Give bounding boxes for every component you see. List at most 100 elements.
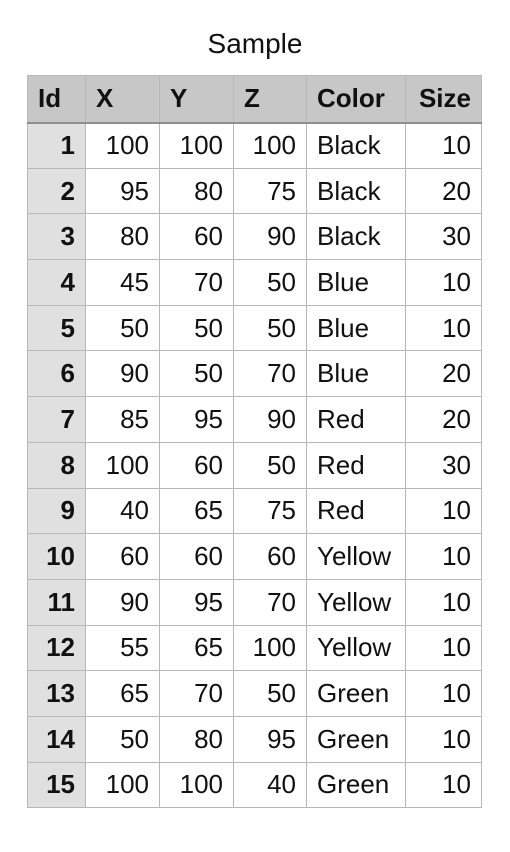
- cell-x: 55: [85, 624, 160, 672]
- cell-z: 70: [233, 350, 307, 398]
- cell-id: 6: [27, 350, 86, 398]
- cell-id: 3: [27, 213, 86, 261]
- column-header-z: Z: [233, 75, 307, 124]
- cell-y: 50: [159, 304, 234, 352]
- cell-size: 20: [405, 350, 482, 398]
- cell-color: Blue: [306, 350, 406, 398]
- table-row: 11 90 95 70 Yellow 10: [27, 578, 482, 626]
- table-row: 9 40 65 75 Red 10: [27, 487, 482, 535]
- column-header-x: X: [85, 75, 160, 124]
- cell-y: 70: [159, 670, 234, 717]
- cell-x: 90: [85, 578, 160, 626]
- cell-z: 100: [233, 122, 307, 169]
- cell-x: 100: [85, 122, 160, 169]
- cell-y: 50: [159, 350, 234, 398]
- column-header-id: Id: [27, 75, 86, 124]
- cell-id: 10: [27, 533, 86, 580]
- cell-y: 65: [159, 487, 234, 535]
- cell-id: 8: [27, 441, 86, 489]
- cell-id: 13: [27, 670, 86, 717]
- cell-color: Red: [306, 441, 406, 489]
- cell-z: 50: [233, 670, 307, 717]
- cell-color: Black: [306, 213, 406, 261]
- cell-color: Black: [306, 122, 406, 169]
- cell-y: 100: [159, 122, 234, 169]
- cell-color: Green: [306, 761, 406, 809]
- cell-id: 11: [27, 578, 86, 626]
- cell-color: Red: [306, 396, 406, 443]
- cell-z: 95: [233, 715, 307, 763]
- cell-size: 10: [405, 578, 482, 626]
- table-row: 5 50 50 50 Blue 10: [27, 304, 482, 352]
- cell-y: 95: [159, 578, 234, 626]
- table-row: 6 90 50 70 Blue 20: [27, 350, 482, 398]
- cell-color: Yellow: [306, 578, 406, 626]
- cell-y: 80: [159, 715, 234, 763]
- cell-size: 10: [405, 259, 482, 306]
- table-header: Id X Y Z Color Size: [27, 75, 482, 124]
- cell-z: 60: [233, 533, 307, 580]
- cell-x: 45: [85, 259, 160, 306]
- cell-x: 100: [85, 761, 160, 809]
- cell-x: 100: [85, 441, 160, 489]
- cell-color: Green: [306, 670, 406, 717]
- table-row: 12 55 65 100 Yellow 10: [27, 624, 482, 672]
- cell-y: 60: [159, 441, 234, 489]
- cell-size: 10: [405, 122, 482, 169]
- cell-color: Red: [306, 487, 406, 535]
- cell-z: 50: [233, 441, 307, 489]
- cell-z: 40: [233, 761, 307, 809]
- cell-x: 65: [85, 670, 160, 717]
- cell-color: Green: [306, 715, 406, 763]
- cell-z: 90: [233, 213, 307, 261]
- cell-color: Blue: [306, 259, 406, 306]
- cell-size: 10: [405, 487, 482, 535]
- cell-x: 95: [85, 167, 160, 215]
- cell-y: 70: [159, 259, 234, 306]
- cell-id: 9: [27, 487, 86, 535]
- cell-size: 20: [405, 396, 482, 443]
- cell-z: 75: [233, 167, 307, 215]
- cell-y: 65: [159, 624, 234, 672]
- cell-z: 90: [233, 396, 307, 443]
- cell-size: 10: [405, 715, 482, 763]
- table-row: 2 95 80 75 Black 20: [27, 167, 482, 215]
- data-table: Id X Y Z Color Size 1 100 100 100 Black 10 2 95…: [27, 75, 482, 809]
- table-row: 10 60 60 60 Yellow 10: [27, 533, 482, 580]
- cell-x: 40: [85, 487, 160, 535]
- cell-id: 15: [27, 761, 86, 809]
- cell-id: 5: [27, 304, 86, 352]
- cell-size: 20: [405, 167, 482, 215]
- cell-id: 1: [27, 122, 86, 169]
- table-row: 8 100 60 50 Red 30: [27, 441, 482, 489]
- cell-id: 12: [27, 624, 86, 672]
- table-body: 1 100 100 100 Black 10 2 95 80 75 Black 20 3 80 60 90 Bl…: [27, 122, 482, 809]
- table-row: 3 80 60 90 Black 30: [27, 213, 482, 261]
- cell-color: Yellow: [306, 533, 406, 580]
- cell-x: 85: [85, 396, 160, 443]
- cell-x: 60: [85, 533, 160, 580]
- cell-z: 50: [233, 259, 307, 306]
- cell-size: 30: [405, 213, 482, 261]
- table-title: Sample: [207, 28, 303, 59]
- table-row: 15 100 100 40 Green 10: [27, 761, 482, 809]
- cell-id: 2: [27, 167, 86, 215]
- table-row: 1 100 100 100 Black 10: [27, 122, 482, 169]
- table-row: 7 85 95 90 Red 20: [27, 396, 482, 443]
- cell-y: 95: [159, 396, 234, 443]
- cell-z: 70: [233, 578, 307, 626]
- header-row: Id X Y Z Color Size: [27, 75, 482, 124]
- column-header-color: Color: [306, 75, 406, 124]
- cell-color: Yellow: [306, 624, 406, 672]
- cell-id: 7: [27, 396, 86, 443]
- cell-size: 30: [405, 441, 482, 489]
- table-row: 14 50 80 95 Green 10: [27, 715, 482, 763]
- cell-size: 10: [405, 624, 482, 672]
- cell-x: 80: [85, 213, 160, 261]
- table-row: 13 65 70 50 Green 10: [27, 670, 482, 717]
- cell-size: 10: [405, 304, 482, 352]
- cell-size: 10: [405, 761, 482, 809]
- cell-z: 50: [233, 304, 307, 352]
- cell-y: 80: [159, 167, 234, 215]
- cell-size: 10: [405, 533, 482, 580]
